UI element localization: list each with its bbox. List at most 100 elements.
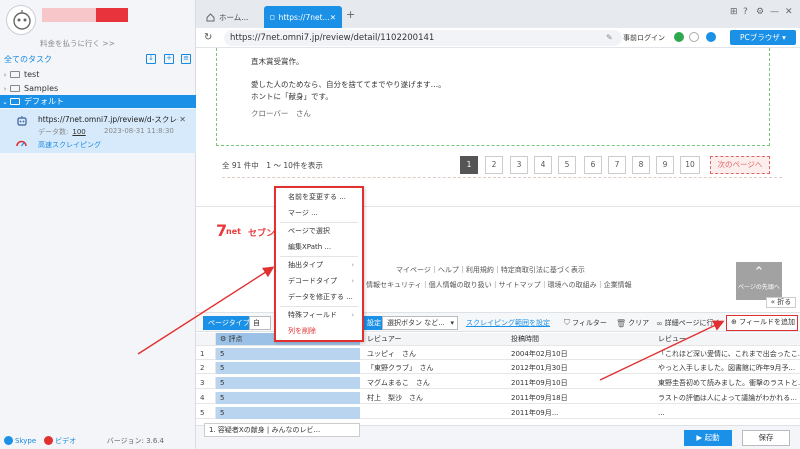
page-button[interactable]: 1 (460, 156, 478, 174)
footer-links[interactable]: マイページ｜ヘルプ｜利用規約｜特定商取引法に基づく表示 (396, 265, 585, 275)
menu-item-select-in-page[interactable]: ページで選択 (276, 224, 362, 238)
help-icon[interactable]: ? (743, 7, 748, 17)
url-field[interactable]: https://7net.omni7.jp/review/detail/1102… (224, 30, 622, 46)
tab-label: ホーム... (219, 12, 249, 22)
new-tab-icon[interactable]: + (346, 8, 355, 21)
page-button[interactable]: 4 (534, 156, 552, 174)
clear-button[interactable]: 🗑 クリア (616, 318, 649, 328)
run-button[interactable]: ▶ 起動 (684, 430, 732, 446)
tree-item-default[interactable]: ⌄ デフォルト (0, 95, 196, 108)
cell (363, 407, 505, 419)
page-button[interactable]: 5 (558, 156, 576, 174)
tree-item-test[interactable]: › test (0, 68, 196, 81)
review-line: 愛した人のためなら、自分を捨ててまでやり遂げます…。 (251, 80, 446, 89)
page-button[interactable]: 10 (680, 156, 700, 174)
import-task-icon[interactable]: ↓ (146, 54, 156, 64)
save-button[interactable]: 保存 (742, 430, 790, 446)
add-field-button[interactable]: ⊕ フィールドを追加 (726, 315, 798, 331)
page-button[interactable]: 6 (584, 156, 602, 174)
fast-scraping-link[interactable]: 高速スクレイピング (38, 140, 101, 150)
table-row[interactable]: 4 5 村上 梨沙 さん 2011年09月18日 ラストの評価は人によって議論が… (196, 392, 800, 404)
page-button[interactable]: 8 (632, 156, 650, 174)
column-header[interactable]: 投稿時間 (507, 333, 653, 345)
table-row[interactable]: 1 5 ユッピィ さん 2004年02月10日 「これほど深い愛情に、これまで出… (196, 348, 800, 360)
detail-label: 詳細ページに行く (664, 319, 721, 327)
skype-link[interactable]: Skype (15, 437, 36, 445)
task-card[interactable]: https://7net.omni7.jp/review/d-スクレイピン...… (0, 109, 196, 153)
collapse-button[interactable]: « 折る (766, 297, 796, 308)
task-list-icon[interactable]: ≡ (181, 54, 191, 64)
ad-block-icon[interactable] (674, 32, 684, 42)
new-task-icon[interactable]: + (164, 54, 174, 64)
avatar[interactable] (6, 5, 36, 35)
reviewer-name: クローバー さん (251, 109, 311, 118)
menu-item-special-field[interactable]: 特殊フィールド › (276, 308, 362, 322)
page-type-select[interactable]: 自 (249, 316, 271, 330)
back-to-top-label: ページの先頭へ (738, 284, 780, 291)
column-header[interactable]: レビュー (654, 333, 800, 345)
column-header[interactable]: レビュアー (363, 333, 505, 345)
menu-item-label: 抽出タイプ (288, 261, 323, 269)
minimize-icon[interactable]: — (770, 7, 779, 17)
browser-tabbar: ホーム... https://7net... ✕ + ⊞ ? ⚙ — ✕ (196, 0, 800, 28)
close-window-icon[interactable]: ✕ (785, 7, 793, 17)
video-link[interactable]: ビデオ (55, 436, 76, 446)
cell: 2012年01月30日 (511, 364, 568, 372)
tab-active-page[interactable]: https://7net... ✕ (264, 6, 342, 28)
page-button[interactable]: 7 (608, 156, 626, 174)
cell: 「これほど深い愛情に、これまで出会ったこ... (658, 350, 800, 358)
reload-icon[interactable]: ↻ (204, 32, 214, 43)
cell: 村上 梨沙 さん (367, 394, 423, 402)
sidebar: 料金を払うに行く >> 全てのタスク ↓ + ≡ › test › Sample… (0, 0, 196, 449)
menu-item-edit-xpath[interactable]: 編集XPath ... (276, 240, 362, 254)
page-button[interactable]: 2 (485, 156, 503, 174)
back-to-top-button[interactable]: ⌃ ページの先頭へ (736, 262, 782, 300)
menu-item-merge[interactable]: マージ ... (276, 206, 362, 220)
table-row[interactable]: 3 5 マグムまるこ さん 2011年09月10日 東野圭吾初めて読みました。衝… (196, 377, 800, 389)
pc-browser-dropdown[interactable]: PCブラウザ ▾ (730, 30, 796, 45)
set-button[interactable]: 設定 (364, 316, 384, 330)
folder-icon (10, 98, 20, 105)
gift-icon[interactable]: ⊞ (730, 7, 738, 17)
cell: やっと入手しました。図書館に昨年9月予... (658, 364, 796, 372)
chevron-right-icon: › (351, 261, 354, 269)
user-agent-icon[interactable] (706, 32, 716, 42)
cell: ラストの評価は人によって議論がわかれる... (658, 394, 797, 402)
close-icon[interactable]: ✕ (179, 115, 186, 124)
page-button[interactable]: 3 (510, 156, 528, 174)
close-tab-icon[interactable]: ✕ (330, 13, 336, 22)
download-icon[interactable] (689, 32, 699, 42)
cell: マグムまるこ さん (367, 379, 430, 387)
arrow-up-icon: ⌃ (753, 265, 765, 280)
menu-item-delete-column[interactable]: 列を削除 (276, 324, 362, 338)
tab-home[interactable]: ホーム... (200, 6, 262, 28)
data-sheet-tab[interactable]: 1. 容疑者Xの献身 | みんなのレビ... (204, 423, 360, 437)
table-row[interactable]: 5 5 2011年09月... ... (196, 407, 800, 419)
table-row[interactable]: 2 5 「東野クラブ」 さん 2012年01月30日 やっと入手しました。図書館… (196, 362, 800, 374)
pay-link[interactable]: 料金を払うに行く >> (40, 38, 115, 49)
page-button[interactable]: 9 (656, 156, 674, 174)
robot-avatar-icon (13, 10, 31, 30)
pencil-icon[interactable]: ✎ (606, 33, 613, 42)
menu-item-rename[interactable]: 名前を変更する ... (276, 190, 362, 204)
prelogin-button[interactable]: 事前ログイン (623, 33, 665, 43)
trash-icon: 🗑 (616, 318, 627, 328)
button-select-dropdown[interactable]: 選択ボタン など... ▾ (382, 316, 458, 330)
scroll-range-link[interactable]: スクレイピング範囲を設定 (466, 318, 550, 328)
next-page-button[interactable]: 次のページへ (710, 156, 770, 174)
menu-item-decode-type[interactable]: デコードタイプ › (276, 274, 362, 288)
menu-item-modify-data[interactable]: データを修正する ... (276, 290, 362, 304)
data-count-label: データ数: (38, 128, 69, 136)
menu-item-label: 特殊フィールド (288, 311, 337, 319)
footer-links[interactable]: 情報セキュリティ｜個人情報の取り扱い｜サイトマップ｜環境への取組み｜企業情報 (366, 280, 632, 290)
tree-item-samples[interactable]: › Samples (0, 82, 196, 95)
detail-page-button[interactable]: ∞ 詳細ページに行く (656, 318, 721, 328)
all-tasks-label[interactable]: 全てのタスク (4, 54, 52, 65)
filter-button[interactable]: ⛉ フィルター (564, 318, 607, 328)
cell: 東野圭吾初めて読みました。衝撃のラストと... (658, 379, 800, 387)
gear-icon[interactable]: ⚙ (756, 7, 764, 17)
data-count-value[interactable]: 100 (72, 128, 85, 136)
tree-item-label: Samples (24, 84, 59, 93)
menu-item-extract-type[interactable]: 抽出タイプ › (276, 258, 362, 272)
cell: 2011年09月10日 (511, 379, 568, 387)
